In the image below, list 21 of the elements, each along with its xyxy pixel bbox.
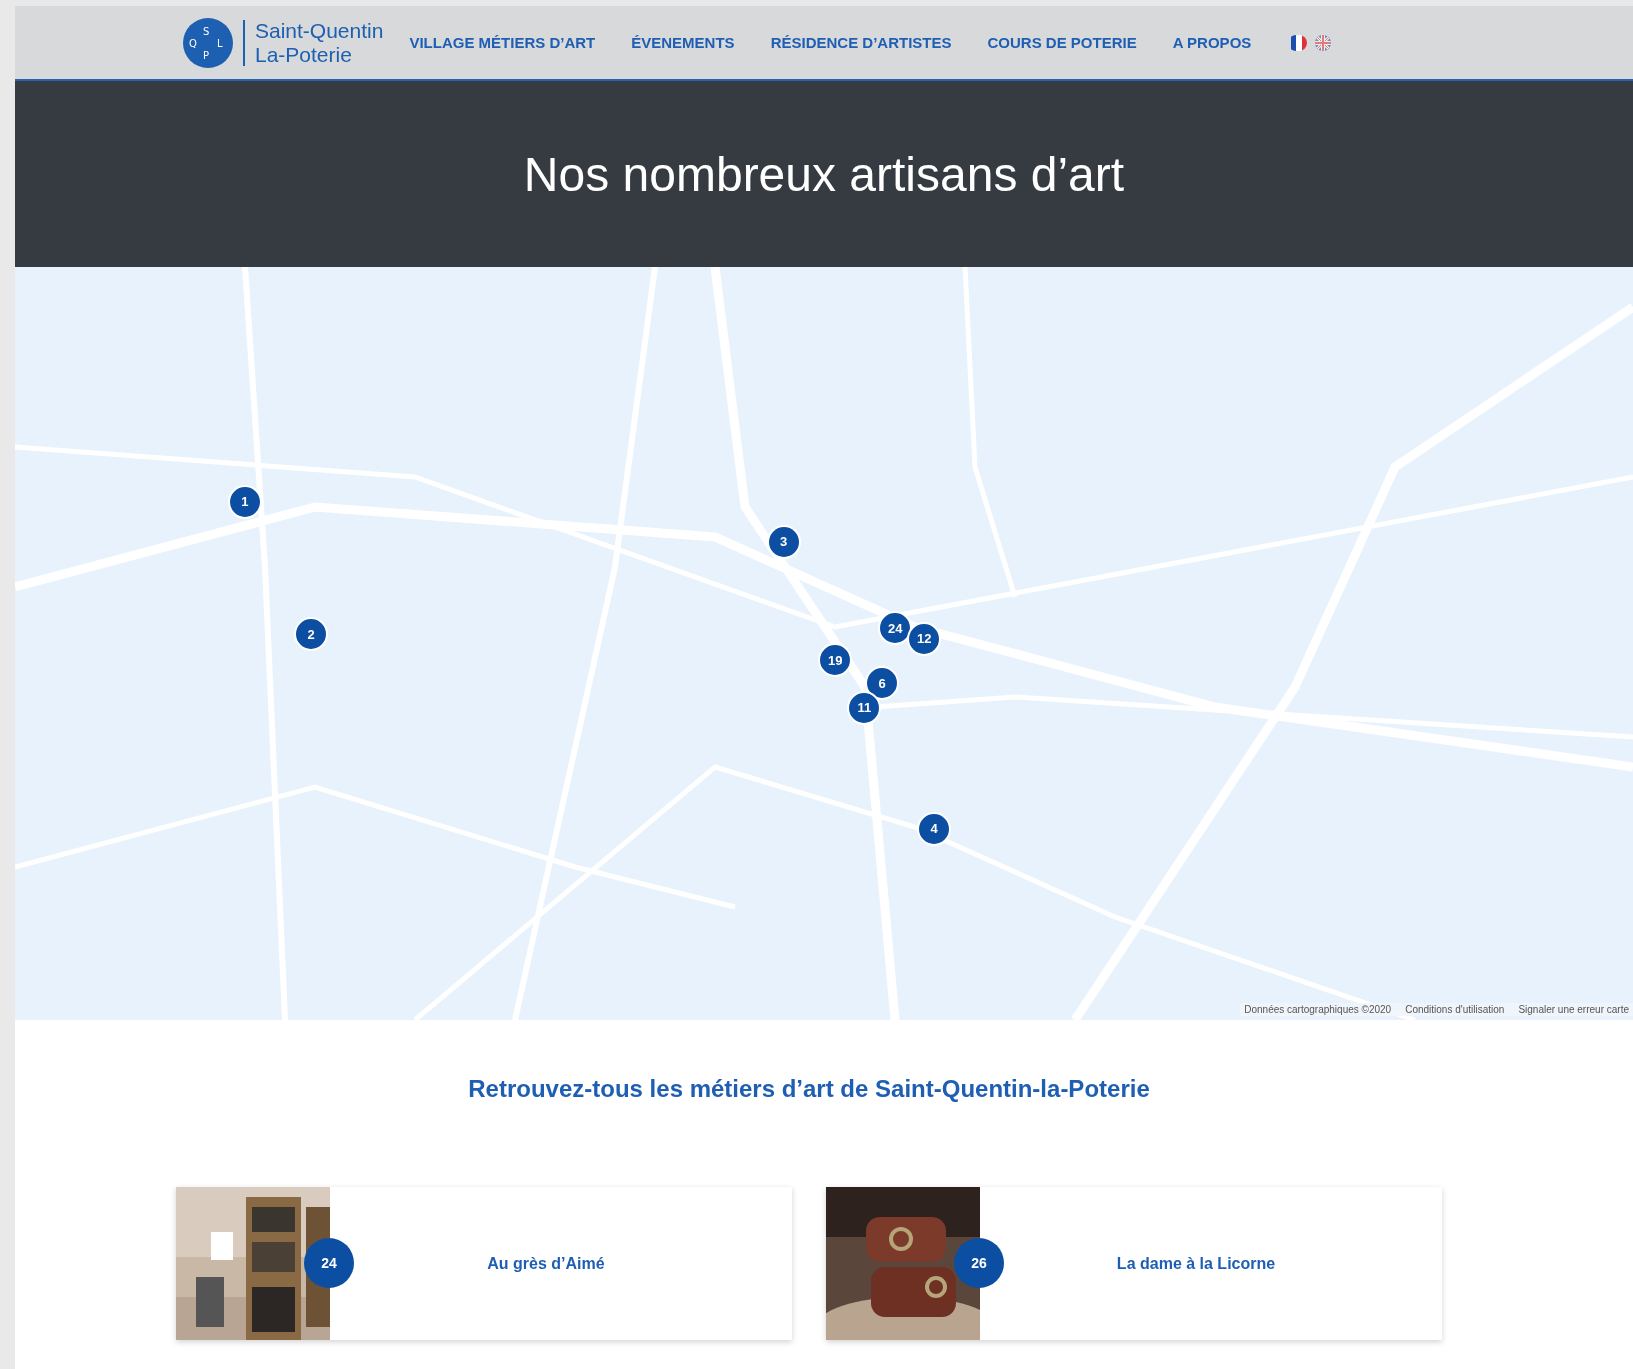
artisan-card[interactable]: 24 Au grès d’Aimé (176, 1187, 792, 1340)
map-footer-link[interactable]: Données cartographiques ©2020 (1244, 1004, 1392, 1015)
french-flag-icon[interactable] (1291, 34, 1308, 51)
map-footer-link[interactable]: Conditions d'utilisation (1405, 1004, 1505, 1015)
nav-link[interactable]: RÉSIDENCE D’ARTISTES (770, 34, 952, 51)
nav-link[interactable]: ÉVENEMENTS (631, 34, 735, 51)
nav-link[interactable]: A PROPOS (1172, 34, 1252, 51)
page-title: Nos nombreux artisans d’art (523, 146, 1125, 202)
number-badge: 26 (954, 1238, 1004, 1288)
section-heading: Retrouvez-tous les métiers d’art de Saint-Quentin-la-Poterie (468, 1075, 1150, 1103)
nav-link[interactable]: COURS DE POTERIE (987, 34, 1137, 51)
number-badge: 24 (304, 1238, 354, 1288)
nav-link[interactable]: VILLAGE MÉTIERS D’ART (409, 34, 596, 51)
artisan-card[interactable]: 26 La dame à la Licorne (826, 1187, 1442, 1340)
british-flag-icon[interactable] (1315, 34, 1332, 51)
logo-icon[interactable]: S Q L P (183, 17, 233, 68)
map-footer-link[interactable]: Signaler une erreur carte (1518, 1004, 1629, 1015)
artisan-link[interactable]: Au grès d’Aimé (487, 1254, 605, 1272)
artisan-link[interactable]: La dame à la Licorne (1116, 1254, 1276, 1272)
logo-text: Saint-Quentin (255, 18, 384, 43)
logo-text: La-Poterie (255, 42, 353, 67)
